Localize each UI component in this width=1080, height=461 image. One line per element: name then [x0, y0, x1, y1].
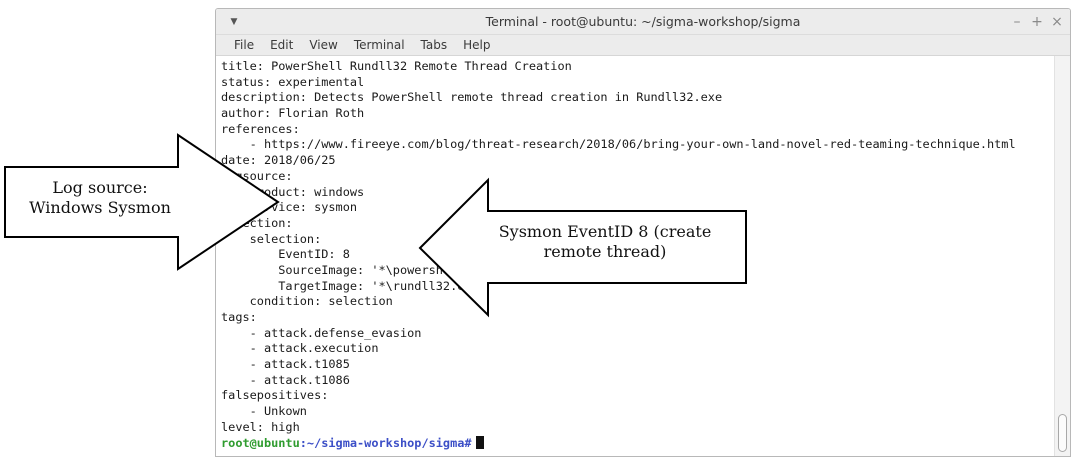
terminal-line: - Unkown	[221, 404, 307, 419]
title-bar[interactable]: ▼ Terminal - root@ubuntu: ~/sigma-worksh…	[216, 9, 1070, 35]
menu-terminal[interactable]: Terminal	[346, 35, 413, 56]
terminal-line: - attack.t1085	[221, 357, 350, 372]
terminal-line: status: experimental	[221, 74, 365, 89]
prompt-symbol: #	[464, 435, 472, 450]
terminal-line: - attack.defense_evasion	[221, 325, 422, 340]
menu-edit[interactable]: Edit	[262, 35, 301, 56]
menu-bar: File Edit View Terminal Tabs Help	[216, 35, 1070, 56]
menu-file[interactable]: File	[226, 35, 262, 56]
log-source-label: Log source: Windows Sysmon	[10, 178, 190, 218]
menu-tabs[interactable]: Tabs	[413, 35, 456, 56]
close-icon[interactable]: ×	[1050, 15, 1064, 29]
terminal-line: date: 2018/06/25	[221, 153, 336, 168]
terminal-line: description: Detects PowerShell remote t…	[221, 90, 723, 105]
scrollbar-thumb[interactable]	[1058, 414, 1067, 452]
terminal-line: - https://www.fireeye.com/blog/threat-re…	[221, 137, 1016, 152]
event-id-callout: Sysmon EventID 8 (create remote thread)	[418, 177, 748, 318]
log-source-label-line2: Windows Sysmon	[29, 198, 171, 217]
terminal-line: - attack.t1086	[221, 372, 350, 387]
event-id-label: Sysmon EventID 8 (create remote thread)	[480, 222, 730, 262]
terminal-line: level: high	[221, 419, 300, 434]
log-source-callout: Log source: Windows Sysmon	[2, 132, 280, 272]
prompt-user: root@ubuntu	[221, 435, 300, 450]
event-id-label-line2: remote thread)	[543, 242, 667, 261]
terminal-line: - attack.execution	[221, 341, 379, 356]
text-cursor	[475, 435, 484, 449]
terminal-line: falsepositives:	[221, 388, 329, 403]
terminal-line: references:	[221, 121, 300, 136]
terminal-line: author: Florian Roth	[221, 106, 365, 121]
maximize-icon[interactable]: +	[1030, 15, 1044, 29]
shell-prompt[interactable]: root@ubuntu:~/sigma-workshop/sigma#	[221, 435, 1054, 452]
window-title: Terminal - root@ubuntu: ~/sigma-workshop…	[485, 14, 801, 29]
vertical-scrollbar[interactable]	[1054, 56, 1070, 456]
window-controls: – + ×	[1010, 9, 1064, 35]
menu-view[interactable]: View	[301, 35, 345, 56]
log-source-label-line1: Log source:	[52, 178, 148, 197]
minimize-icon[interactable]: –	[1010, 15, 1024, 29]
prompt-path: :~/sigma-workshop/sigma	[299, 435, 465, 450]
menu-help[interactable]: Help	[455, 35, 498, 56]
event-id-label-line1: Sysmon EventID 8 (create	[498, 222, 712, 241]
terminal-line: title: PowerShell Rundll32 Remote Thread…	[221, 59, 572, 73]
